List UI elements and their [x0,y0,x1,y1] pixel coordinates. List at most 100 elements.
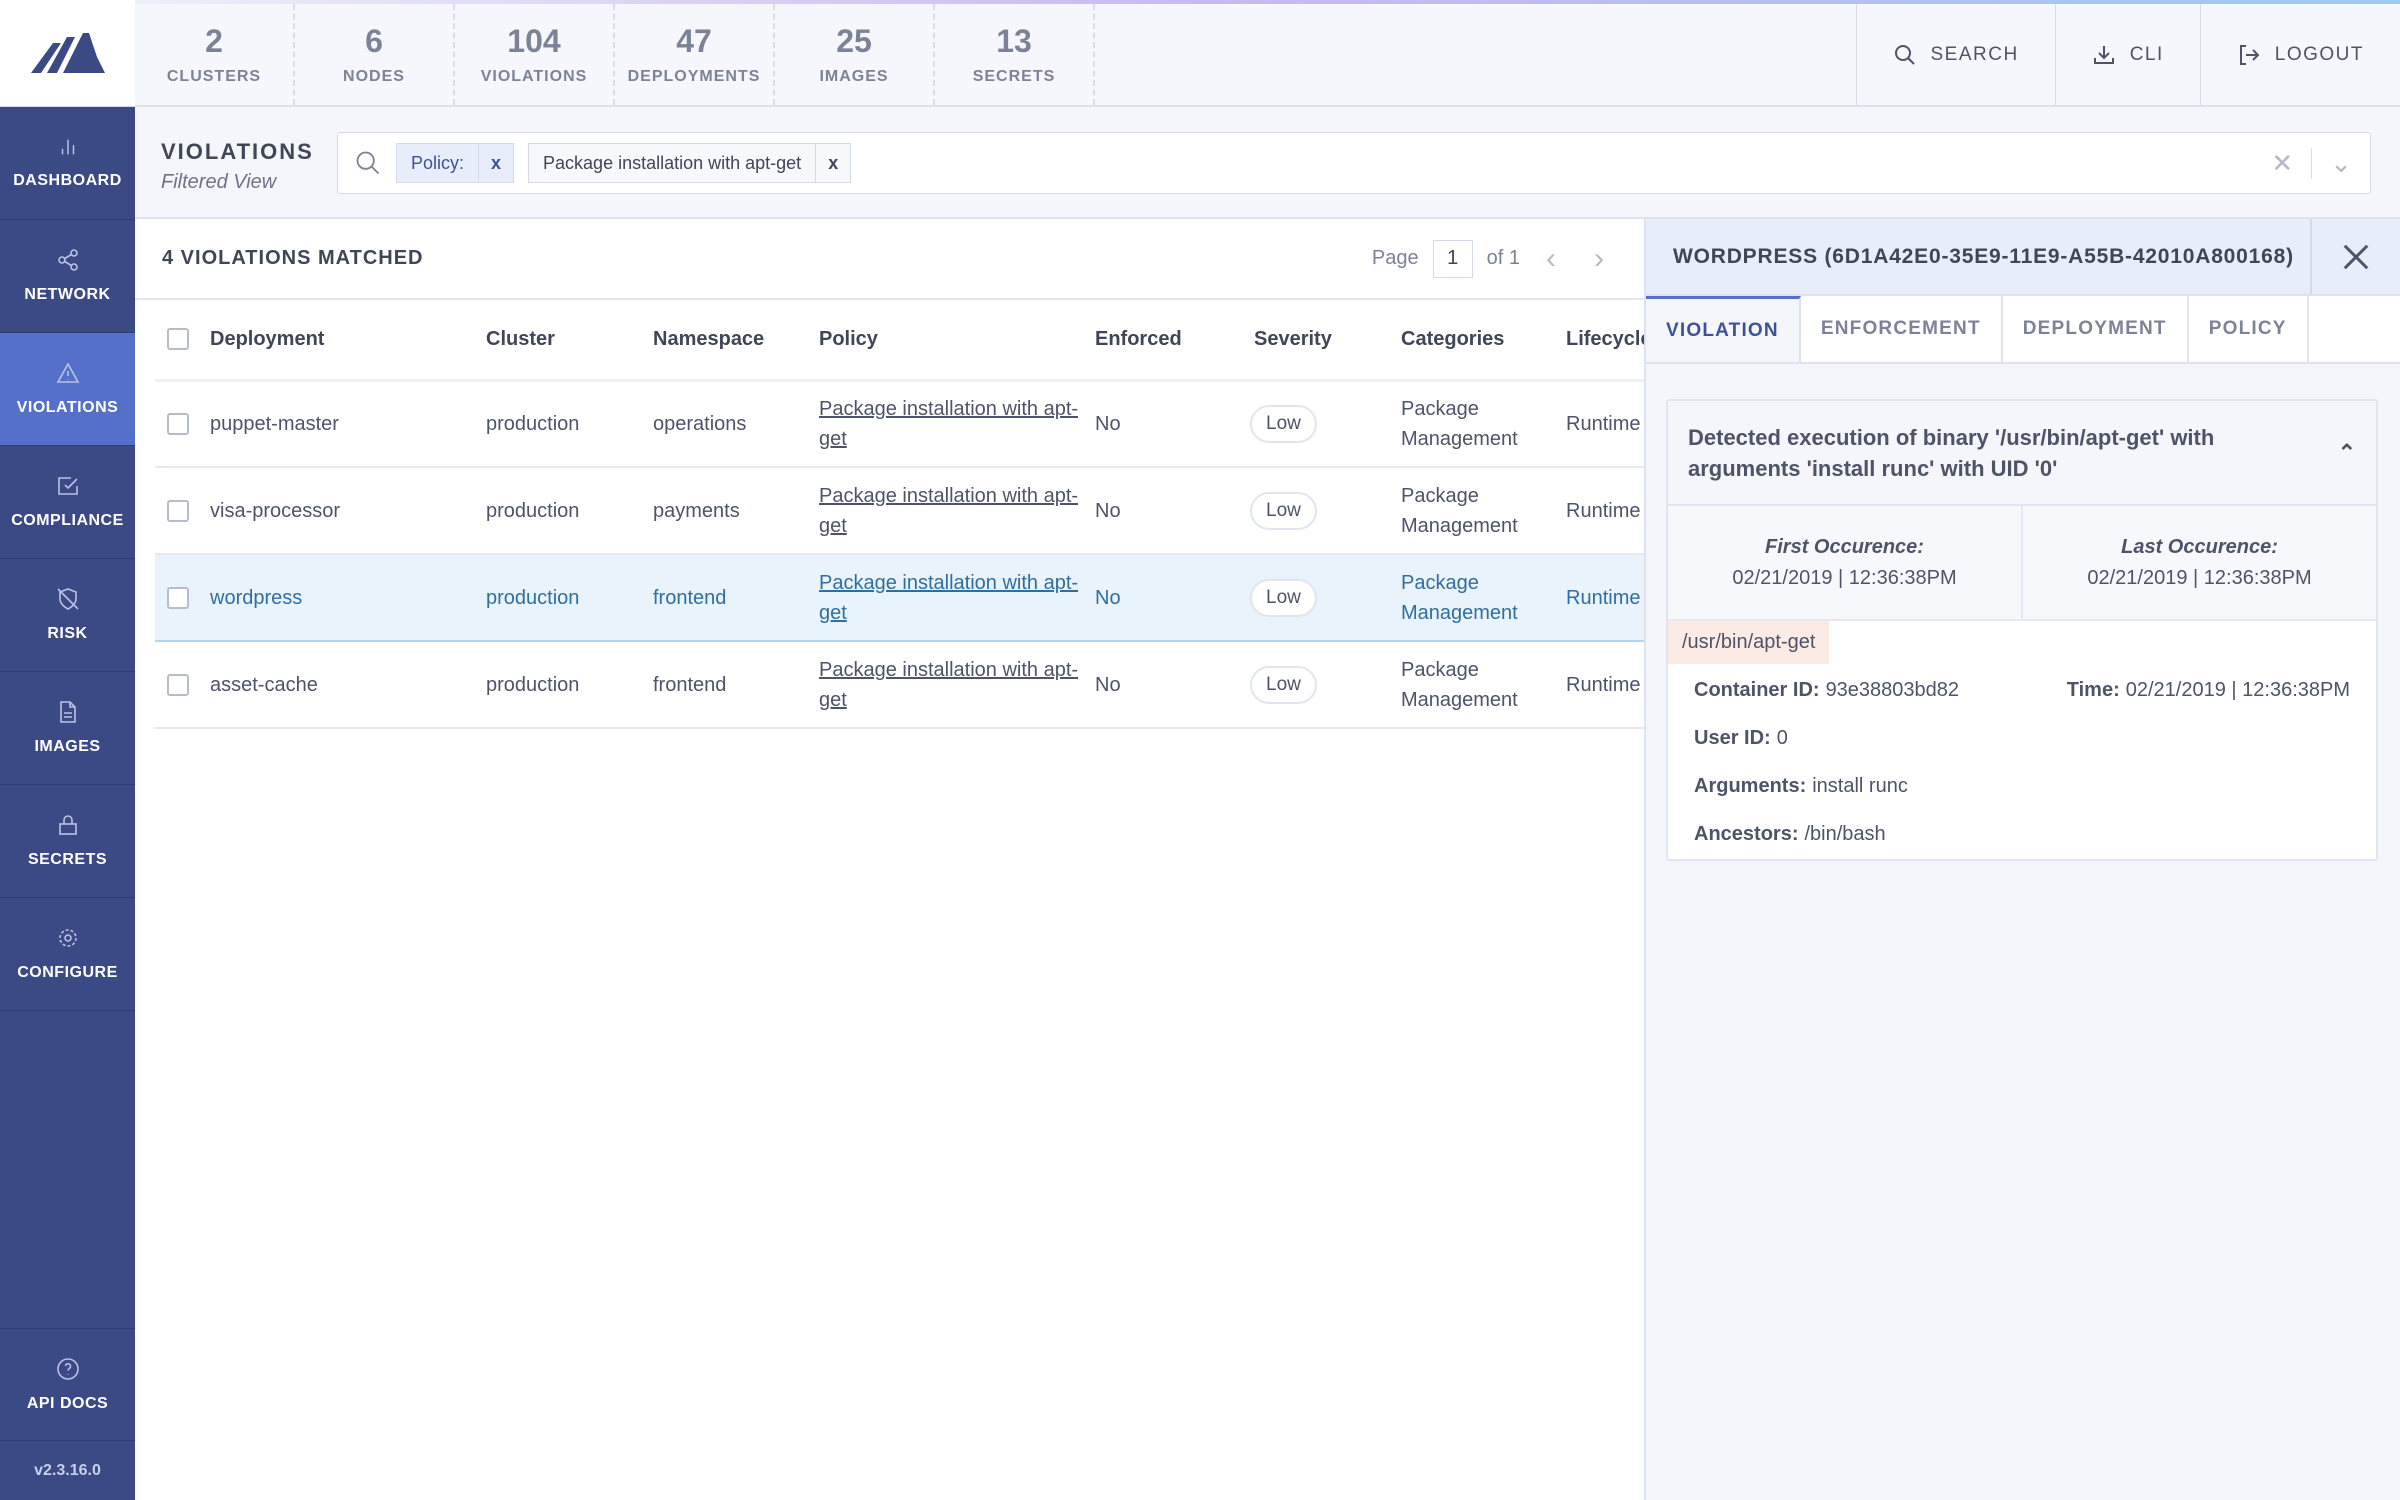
sidebar-item-risk[interactable]: RISK [0,559,135,672]
page-number-input[interactable]: 1 [1432,239,1473,278]
table-row[interactable]: puppet-master production operations Pack… [155,380,1644,468]
last-occurrence: Last Occurence: 02/21/2019 | 12:36:38PM [2023,506,2376,619]
deployment-cell: visa-processor [210,467,486,555]
enforced-cell: No [1095,641,1250,729]
stat-count: 25 [836,23,872,59]
column-header-enforced[interactable]: Enforced [1095,300,1250,382]
stat-deployments[interactable]: 47 DEPLOYMENTS [615,4,775,105]
tab-deployment[interactable]: DEPLOYMENT [2003,296,2189,362]
page-total: of 1 [1486,247,1520,269]
policy-link[interactable]: Package installation with apt-get [819,572,1078,624]
namespace-cell: payments [653,467,819,555]
logout-button[interactable]: LOGOUT [2199,4,2400,105]
cluster-cell: production [486,467,653,555]
cli-button[interactable]: CLI [2054,4,2200,105]
sidebar-item-configure[interactable]: CONFIGURE [0,898,135,1011]
logo[interactable] [0,0,135,107]
lock-icon [58,815,77,835]
enforced-cell: No [1095,467,1250,555]
table-row[interactable]: wordpress production frontend Package in… [155,553,1644,642]
column-header-policy[interactable]: Policy [819,300,1095,382]
remove-chip-button[interactable]: x [815,144,850,182]
next-page-icon[interactable]: › [1582,242,1616,276]
row-checkbox[interactable] [167,412,189,435]
first-occurrence: First Occurence: 02/21/2019 | 12:36:38PM [1668,506,2023,619]
chip-label: Policy: [411,152,465,173]
row-checkbox[interactable] [167,586,189,609]
ancestors-value: /bin/bash [1804,822,1886,845]
policy-link[interactable]: Package installation with apt-get [819,659,1078,711]
panel-title: WORDPRESS (6D1A42E0-35E9-11E9-A55B-42010… [1673,244,2294,268]
remove-chip-button[interactable]: x [478,144,513,182]
severity-badge: Low [1250,665,1317,704]
gear-icon [58,929,77,947]
table-row[interactable]: visa-processor production payments Packa… [155,467,1644,555]
stat-violations[interactable]: 104 VIOLATIONS [455,4,615,105]
chevron-up-icon[interactable]: ⌃ [2338,437,2356,468]
stat-clusters[interactable]: 2 CLUSTERS [135,4,295,105]
page-subtitle: Filtered View [161,171,277,193]
sidebar-item-label: SECRETS [27,851,108,868]
search-icon [1894,44,1915,65]
stat-images[interactable]: 25 IMAGES [775,4,935,105]
logout-icon [2239,44,2260,65]
sidebar-item-dashboard[interactable]: DASHBOARD [0,107,135,220]
sidebar-item-network[interactable]: NETWORK [0,220,135,333]
violations-list: 4 VIOLATIONS MATCHED Page 1 of 1 ‹ › Dep… [135,219,1644,1500]
tab-violation[interactable]: VIOLATION [1646,296,1801,362]
sidebar-item-api-docs[interactable]: API DOCS [0,1328,135,1441]
policy-link[interactable]: Package installation with apt-get [819,398,1078,450]
select-all-checkbox[interactable] [167,328,189,351]
sidebar-item-secrets[interactable]: SECRETS [0,785,135,898]
sidebar-item-images[interactable]: IMAGES [0,672,135,785]
sidebar-item-label: DASHBOARD [13,172,122,189]
search-button[interactable]: SEARCH [1855,4,2055,105]
sidebar-item-label: COMPLIANCE [11,512,124,529]
column-header-namespace[interactable]: Namespace [653,300,819,382]
close-panel-button[interactable] [2310,219,2400,294]
categories-cell: Package Management [1401,467,1566,555]
results-count: 4 VIOLATIONS MATCHED [162,247,424,269]
page-header: VIOLATIONS Filtered View Policy: x Package… [135,107,2400,219]
column-header-deployment[interactable]: Deployment [210,300,486,382]
sidebar-item-violations[interactable]: VIOLATIONS [0,333,135,446]
violation-message-header[interactable]: Detected execution of binary '/usr/bin/a… [1668,401,2376,506]
row-checkbox[interactable] [167,673,189,696]
table-row[interactable]: asset-cache production frontend Package … [155,641,1644,729]
sidebar-item-label: RISK [47,625,88,642]
filter-chip-value: Package installation with apt-get x [528,143,852,183]
container-id-value: 93e38803bd82 [1825,678,1960,701]
tab-policy[interactable]: POLICY [2189,296,2309,362]
stat-nodes[interactable]: 6 NODES [295,4,455,105]
process-path: /usr/bin/apt-get [1668,621,1830,664]
column-header-severity[interactable]: Severity [1250,300,1401,382]
severity-badge: Low [1250,491,1317,530]
violation-card: Detected execution of binary '/usr/bin/a… [1666,399,2378,861]
chevron-down-icon[interactable]: ⌄ [2311,147,2370,179]
sidebar-item-label: NETWORK [24,286,111,303]
stat-secrets[interactable]: 13 SECRETS [935,4,1095,105]
row-checkbox[interactable] [167,499,189,522]
column-header-lifecycle[interactable]: Lifecycle [1566,300,1644,382]
cluster-cell: production [486,553,653,642]
deployment-cell: puppet-master [210,380,486,468]
policy-link[interactable]: Package installation with apt-get [819,485,1078,537]
last-occurrence-value: 02/21/2019 | 12:36:38PM [2087,566,2312,589]
stat-count: 6 [365,23,383,59]
clear-search-icon[interactable]: ✕ [2253,148,2311,179]
sidebar: DASHBOARD NETWORK VIOLATIONS COMPLIANCE … [0,107,135,1500]
sidebar-item-compliance[interactable]: COMPLIANCE [0,446,135,559]
stat-label: SECRETS [972,68,1056,85]
column-header-categories[interactable]: Categories [1401,300,1566,382]
first-occurrence-value: 02/21/2019 | 12:36:38PM [1732,566,1957,589]
column-header-cluster[interactable]: Cluster [486,300,653,382]
stat-label: IMAGES [819,68,889,85]
summary-bar: 2 CLUSTERS 6 NODES 104 VIOLATIONS 47 DEPLOYM… [135,4,2400,107]
tab-enforcement[interactable]: ENFORCEMENT [1801,296,2003,362]
search-input[interactable]: Policy: x Package installation with apt-g… [337,132,2371,194]
prev-page-icon[interactable]: ‹ [1534,242,1568,276]
violations-table: Deployment Cluster Namespace Policy Enfo… [155,300,1644,729]
sidebar-item-label: API DOCS [26,1394,109,1412]
stackrox-logo-icon [30,33,105,73]
namespace-cell: frontend [653,553,819,642]
